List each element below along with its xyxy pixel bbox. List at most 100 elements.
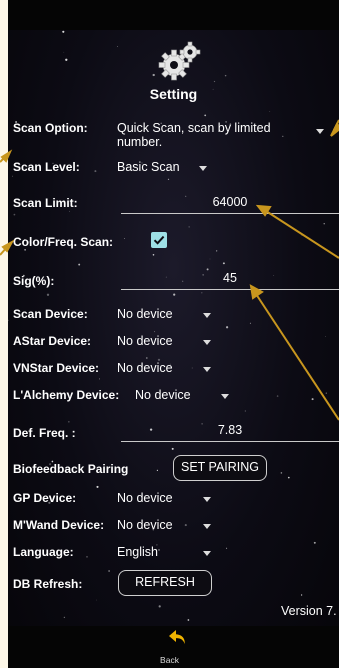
back-label[interactable]: Back — [0, 655, 339, 665]
set-pairing-button[interactable]: SET PAIRING — [173, 455, 267, 481]
star — [300, 594, 303, 596]
star — [209, 258, 211, 260]
language-dropdown[interactable]: English — [117, 545, 158, 559]
star — [154, 331, 156, 333]
star — [63, 51, 65, 53]
star — [69, 210, 71, 212]
astar-device-label: AStar Device: — [13, 334, 92, 348]
vnstar-device-label: VNStar Device: — [13, 361, 100, 375]
vnstar-device-dropdown[interactable]: No device — [117, 361, 173, 375]
star — [173, 293, 176, 296]
star — [145, 357, 148, 359]
language-caret-icon[interactable] — [203, 551, 211, 556]
language-label: Language: — [13, 545, 74, 559]
star — [188, 226, 190, 228]
star — [152, 254, 155, 256]
lalchemy-device-label: L'Alchemy Device: — [13, 388, 120, 402]
back-arrow-icon[interactable] — [168, 628, 188, 648]
star — [244, 410, 246, 412]
star — [201, 292, 203, 294]
astar-device-dropdown[interactable]: No device — [117, 334, 173, 348]
checkmark-icon — [153, 235, 165, 245]
mwand-device-dropdown[interactable]: No device — [117, 518, 173, 532]
biofeedback-pairing-label: Biofeedback Pairing — [13, 462, 129, 476]
gp-device-caret-icon[interactable] — [203, 497, 211, 502]
sig-label: Sig(%): — [13, 274, 55, 288]
scan-option-label: Scan Option: — [13, 121, 88, 135]
gp-device-dropdown[interactable]: No device — [117, 491, 173, 505]
star — [158, 549, 160, 551]
lalchemy-device-caret-icon[interactable] — [221, 394, 229, 399]
mwand-device-label: M'Wand Device: — [13, 518, 105, 532]
star — [167, 178, 170, 181]
scan-level-caret-icon[interactable] — [199, 166, 207, 171]
star — [117, 46, 118, 47]
scan-limit-value: 64000 — [212, 195, 248, 209]
star — [301, 234, 303, 236]
star — [325, 392, 327, 394]
def-freq-value: 7.83 — [217, 423, 243, 437]
star — [11, 175, 13, 177]
star — [249, 322, 251, 324]
scan-device-caret-icon[interactable] — [203, 313, 211, 318]
star — [96, 485, 99, 488]
scan-limit-input[interactable]: 64000 — [121, 193, 339, 214]
star — [191, 367, 193, 369]
star — [108, 570, 110, 572]
star — [303, 368, 305, 370]
star — [94, 170, 97, 173]
star — [65, 58, 68, 61]
color-freq-scan-checkbox[interactable] — [151, 232, 167, 248]
star — [63, 616, 66, 619]
vnstar-device-caret-icon[interactable] — [203, 367, 211, 372]
star — [24, 249, 26, 251]
star — [287, 476, 290, 479]
astar-device-caret-icon[interactable] — [203, 340, 211, 345]
star — [99, 378, 100, 380]
lalchemy-device-dropdown[interactable]: No device — [135, 388, 191, 402]
db-refresh-label: DB Refresh: — [13, 577, 83, 591]
def-freq-input[interactable]: 7.83 — [121, 421, 339, 442]
annotation-arrow-color-scan — [0, 245, 9, 256]
scan-device-dropdown[interactable]: No device — [117, 307, 173, 321]
annotation-arrow-scan-level — [0, 155, 7, 163]
star — [325, 336, 326, 337]
scan-option-caret-icon[interactable] — [316, 129, 324, 134]
star — [323, 223, 325, 225]
star — [46, 293, 50, 296]
star — [276, 395, 279, 397]
star — [95, 599, 97, 601]
star — [156, 469, 158, 471]
star — [269, 110, 271, 112]
star — [226, 547, 228, 549]
scan-option-dropdown[interactable]: Quick Scan, scan by limited number. — [117, 121, 307, 149]
settings-screen: Setting Scan Option: Quick Scan, scan by… — [8, 0, 339, 668]
star — [313, 541, 316, 544]
star — [222, 262, 225, 265]
refresh-button[interactable]: REFRESH — [118, 570, 212, 596]
scan-device-label: Scan Device: — [13, 307, 88, 321]
star — [152, 73, 155, 77]
star — [86, 556, 88, 558]
star — [225, 326, 229, 329]
mwand-device-caret-icon[interactable] — [203, 524, 211, 529]
star — [158, 605, 161, 608]
star — [213, 80, 216, 83]
gear-icon — [158, 41, 201, 81]
star — [280, 472, 283, 474]
def-freq-label: Def. Freq. : — [13, 426, 76, 440]
star — [13, 213, 16, 216]
sig-input[interactable]: 45 — [121, 269, 339, 290]
scan-level-dropdown[interactable]: Basic Scan — [117, 160, 180, 174]
color-freq-scan-label: Color/Freq. Scan: — [13, 235, 114, 249]
star — [224, 74, 227, 77]
status-bar — [8, 0, 339, 30]
star — [204, 114, 207, 117]
scan-level-label: Scan Level: — [13, 160, 80, 174]
star — [187, 619, 190, 621]
star — [311, 398, 314, 401]
scan-limit-label: Scan Limit: — [13, 196, 78, 210]
sig-value: 45 — [223, 271, 237, 285]
star — [68, 421, 70, 423]
star — [78, 263, 81, 266]
